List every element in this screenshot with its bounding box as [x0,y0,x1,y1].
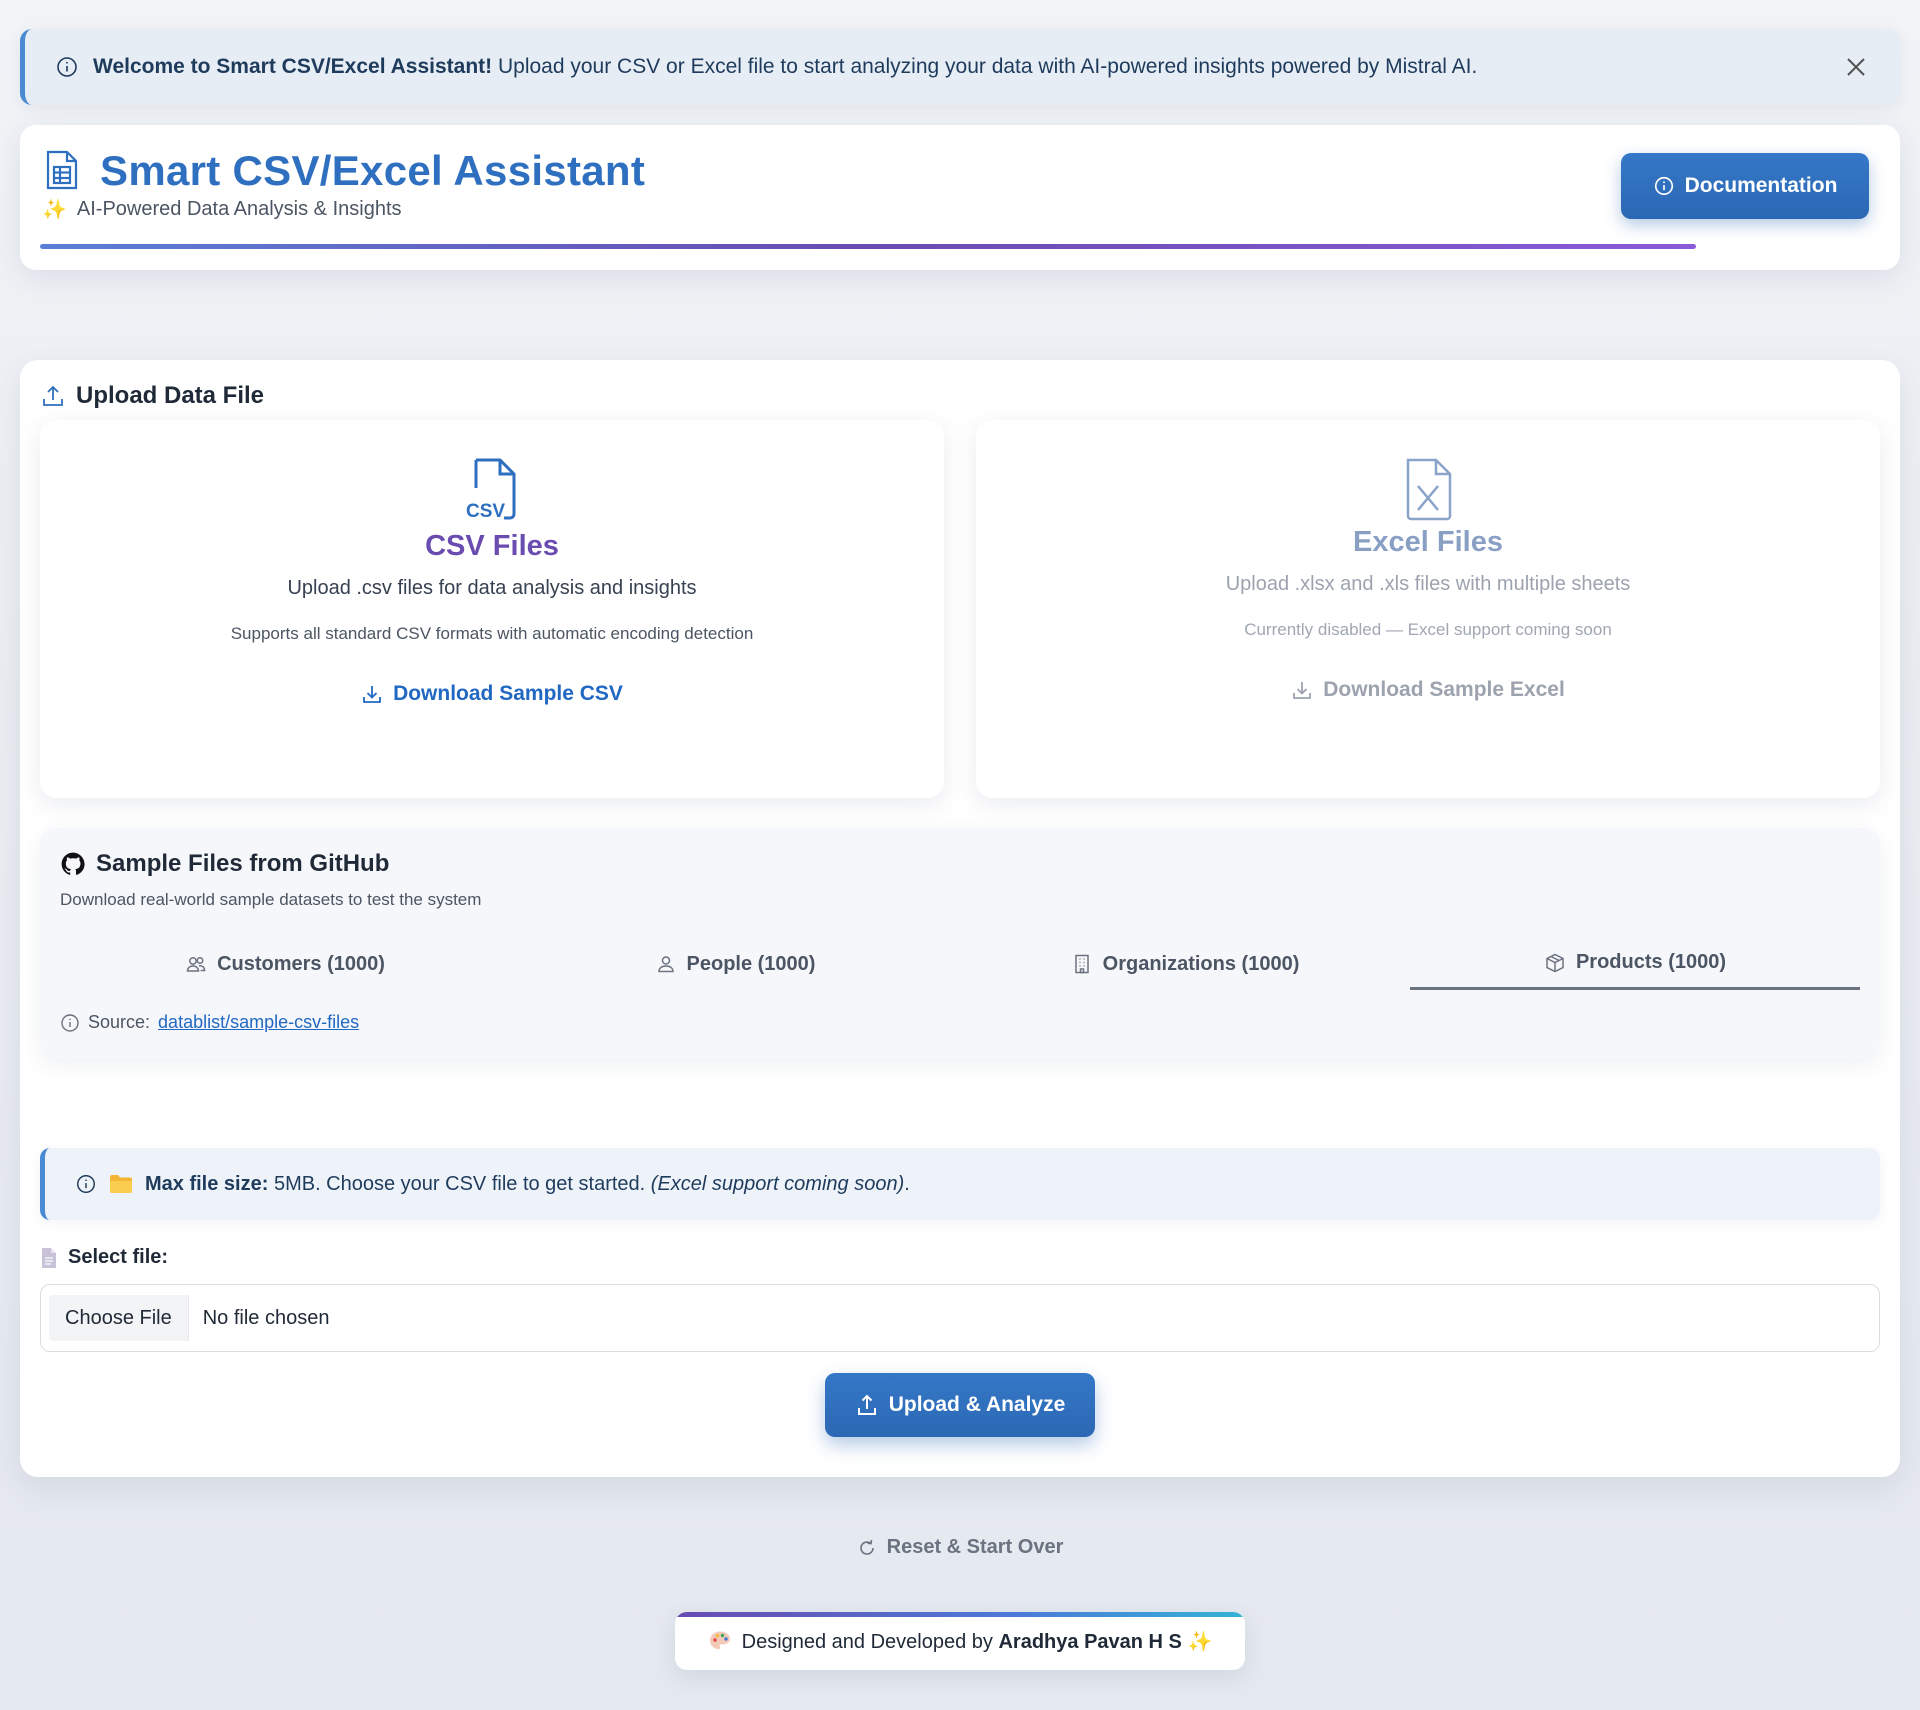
building-icon [1071,953,1093,975]
csv-file-icon: CSV [464,456,520,522]
choose-file-button[interactable]: Choose File [49,1295,189,1341]
excel-file-icon [1400,456,1456,522]
info-icon [1653,175,1675,197]
sparkle-icon: ✨ [42,199,67,221]
box-icon [1544,952,1566,974]
section-title: Upload Data File [40,382,264,410]
select-file-label: Select file: [40,1246,168,1269]
download-sample-excel-link: Download Sample Excel [1291,678,1565,702]
sample-tabs: Customers (1000) People (1000) Organizat… [60,938,1860,990]
documentation-button[interactable]: Documentation [1621,153,1869,219]
excel-card-note: Currently disabled — Excel support comin… [1244,620,1612,639]
alert-message: Welcome to Smart CSV/Excel Assistant! Up… [93,55,1478,78]
csv-card-title: CSV Files [425,530,559,562]
spreadsheet-icon [44,149,80,191]
upload-icon [855,1393,879,1417]
app-header: Smart CSV/Excel Assistant ✨ AI-Powered D… [20,125,1900,270]
download-sample-csv-link[interactable]: Download Sample CSV [361,682,623,706]
info-icon [75,1173,97,1195]
upload-analyze-button[interactable]: Upload & Analyze [825,1373,1095,1437]
tab-organizations[interactable]: Organizations (1000) [960,938,1410,990]
palette-icon [708,1629,732,1653]
excel-files-card: Excel Files Upload .xlsx and .xls files … [976,420,1880,798]
welcome-alert: Welcome to Smart CSV/Excel Assistant! Up… [20,29,1900,105]
info-icon [55,55,79,79]
csv-card-note: Supports all standard CSV formats with a… [230,624,754,643]
footer-credit: Designed and Developed by Aradhya Pavan … [675,1612,1245,1670]
app-subtitle: ✨ AI-Powered Data Analysis & Insights [42,198,402,221]
samples-subtitle: Download real-world sample datasets to t… [60,890,482,909]
upload-panel: Upload Data File CSV CSV Files Upload .c… [20,360,1900,1477]
app-title: Smart CSV/Excel Assistant [100,147,646,194]
tab-products[interactable]: Products (1000) [1410,938,1860,990]
tab-people[interactable]: People (1000) [510,938,960,990]
tab-customers[interactable]: Customers (1000) [60,938,510,990]
accent-bar [40,244,1696,249]
csv-card-desc: Upload .csv files for data analysis and … [287,577,697,599]
source-line: Source: datablist/sample-csv-files [60,1012,359,1033]
file-size-info: Max file size: 5MB. Choose your CSV file… [40,1148,1880,1220]
close-icon[interactable] [1842,53,1870,81]
refresh-icon [857,1538,877,1558]
sample-files-panel: Sample Files from GitHub Download real-w… [40,828,1880,1058]
person-icon [655,953,677,975]
upload-icon [40,383,66,409]
file-input[interactable]: Choose File No file chosen [40,1284,1880,1352]
footer-text: Designed and Developed by Aradhya Pavan … [741,1630,1213,1653]
folder-icon [109,1174,133,1194]
samples-title: Sample Files from GitHub [60,850,389,878]
csv-files-card[interactable]: CSV CSV Files Upload .csv files for data… [40,420,944,798]
document-icon [40,1247,58,1269]
download-icon [1291,679,1313,701]
reset-button[interactable]: Reset & Start Over [0,1536,1920,1559]
excel-card-title: Excel Files [1353,526,1503,558]
download-icon [361,683,383,705]
file-size-message: Max file size: 5MB. Choose your CSV file… [145,1172,910,1195]
svg-text:CSV: CSV [466,501,505,522]
file-status: No file chosen [202,1306,330,1329]
info-icon [60,1013,80,1033]
users-icon [185,953,207,975]
github-icon [60,851,86,877]
excel-card-desc: Upload .xlsx and .xls files with multipl… [1225,573,1631,595]
source-link[interactable]: datablist/sample-csv-files [158,1012,359,1033]
